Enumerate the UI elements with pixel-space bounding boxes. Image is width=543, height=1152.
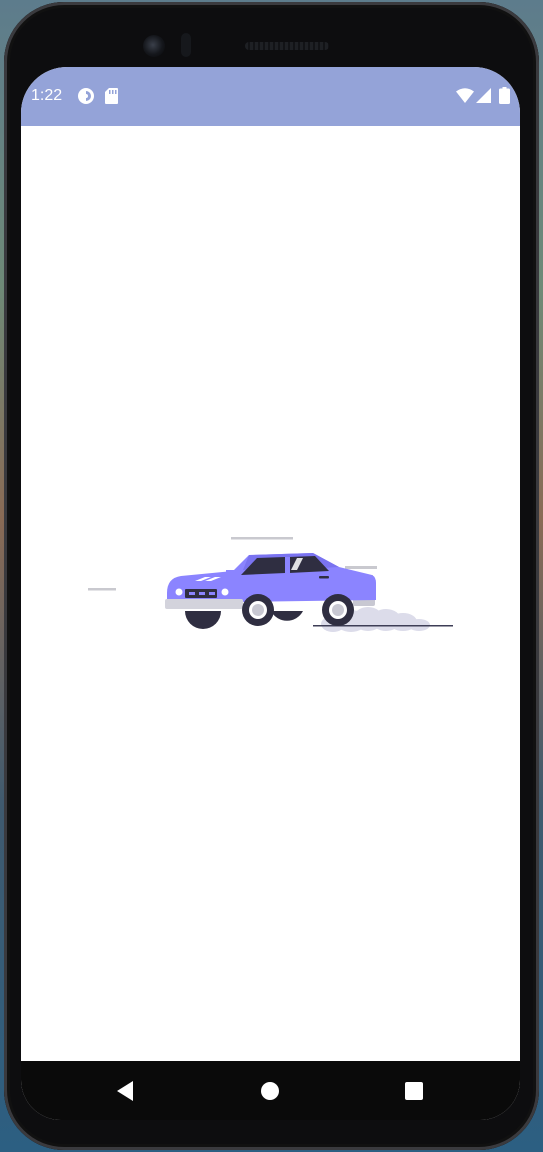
wheel [271,611,303,621]
sd-card-icon [105,88,118,104]
earpiece-speaker [245,42,329,50]
device-screen: 1:22 [21,67,520,1120]
speed-line [88,588,116,591]
data-saver-icon [78,88,94,104]
speed-line [345,566,377,569]
home-icon[interactable] [260,1081,280,1101]
status-time: 1:22 [31,87,63,104]
battery-icon [499,87,510,104]
proximity-sensor [181,33,191,57]
wheel [242,594,274,626]
front-bumper [165,599,243,609]
wheel [322,594,354,626]
headlight [175,588,183,596]
car-illustration [88,537,453,632]
cellular-signal-icon [476,88,491,103]
speed-line [231,537,293,540]
back-icon[interactable] [115,1080,135,1102]
wifi-icon [456,88,474,103]
navigation-bar [21,1061,520,1120]
status-bar: 1:22 [21,67,520,126]
wheel [185,611,221,629]
recents-icon[interactable] [404,1081,424,1101]
headlight [221,588,229,596]
front-camera [143,35,165,57]
main-content [21,126,520,1061]
